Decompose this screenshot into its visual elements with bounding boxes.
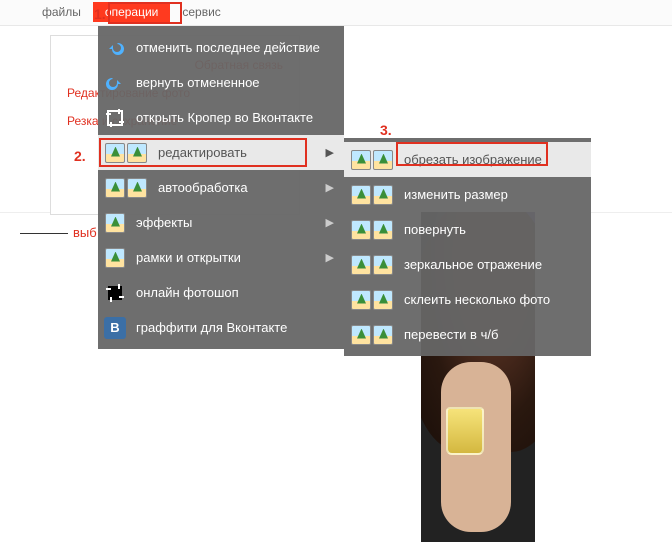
crop-icon: [104, 282, 126, 304]
submenu-bw[interactable]: перевести в ч/б: [344, 317, 591, 352]
thumb-pair-icon: [104, 177, 148, 199]
menu-item-label: отменить последнее действие: [136, 40, 334, 55]
thumb-icon: [104, 247, 126, 269]
highlight-box-3: [396, 142, 548, 166]
menu-item-label: автообработка: [158, 180, 316, 195]
submenu-edit: обрезать изображение изменить размер пов…: [344, 138, 591, 356]
thumb-pair-icon: [350, 324, 394, 346]
thumb-pair-icon: [350, 289, 394, 311]
highlight-box-1: [108, 2, 182, 24]
side-truncated-label: выб: [73, 225, 97, 240]
undo-icon: [104, 37, 126, 59]
menu-graffiti-vk[interactable]: B граффити для Вконтакте: [98, 310, 344, 345]
menu-frames[interactable]: рамки и открытки ▶: [98, 240, 344, 275]
menu-item-label: перевести в ч/б: [404, 327, 581, 342]
menubar-files[interactable]: файлы: [30, 2, 93, 22]
crop-icon: [104, 107, 126, 129]
menu-open-cropper-vk[interactable]: открыть Кропер во Вконтакте: [98, 100, 344, 135]
menu-item-label: рамки и открытки: [136, 250, 316, 265]
annotation-1: 1.: [94, 6, 106, 22]
submenu-arrow-icon: ▶: [326, 251, 334, 264]
menu-item-label: граффити для Вконтакте: [136, 320, 334, 335]
thumb-pair-icon: [350, 219, 394, 241]
redo-icon: [104, 72, 126, 94]
submenu-arrow-icon: ▶: [326, 216, 334, 229]
menu-item-label: склеить несколько фото: [404, 292, 581, 307]
menu-undo[interactable]: отменить последнее действие: [98, 30, 344, 65]
side-line: [20, 233, 68, 234]
thumb-pair-icon: [350, 184, 394, 206]
submenu-stitch[interactable]: склеить несколько фото: [344, 282, 591, 317]
annotation-3: 3.: [380, 122, 392, 138]
menu-operations: отменить последнее действие вернуть отме…: [98, 26, 344, 349]
submenu-resize[interactable]: изменить размер: [344, 177, 591, 212]
thumb-pair-icon: [350, 149, 394, 171]
thumb-pair-icon: [350, 254, 394, 276]
highlight-box-2: [99, 138, 307, 167]
vk-icon: B: [104, 317, 126, 339]
menu-auto[interactable]: автообработка ▶: [98, 170, 344, 205]
menu-item-label: онлайн фотошоп: [136, 285, 334, 300]
submenu-mirror[interactable]: зеркальное отражение: [344, 247, 591, 282]
submenu-arrow-icon: ▶: [326, 146, 334, 159]
submenu-arrow-icon: ▶: [326, 181, 334, 194]
menu-item-label: зеркальное отражение: [404, 257, 581, 272]
menu-redo[interactable]: вернуть отмененное: [98, 65, 344, 100]
menu-effects[interactable]: эффекты ▶: [98, 205, 344, 240]
menu-online-photoshop[interactable]: онлайн фотошоп: [98, 275, 344, 310]
annotation-2: 2.: [74, 148, 86, 164]
submenu-rotate[interactable]: повернуть: [344, 212, 591, 247]
thumb-icon: [104, 212, 126, 234]
menu-item-label: открыть Кропер во Вконтакте: [136, 110, 334, 125]
menu-item-label: повернуть: [404, 222, 581, 237]
menu-item-label: эффекты: [136, 215, 316, 230]
menu-item-label: вернуть отмененное: [136, 75, 334, 90]
menu-item-label: изменить размер: [404, 187, 581, 202]
